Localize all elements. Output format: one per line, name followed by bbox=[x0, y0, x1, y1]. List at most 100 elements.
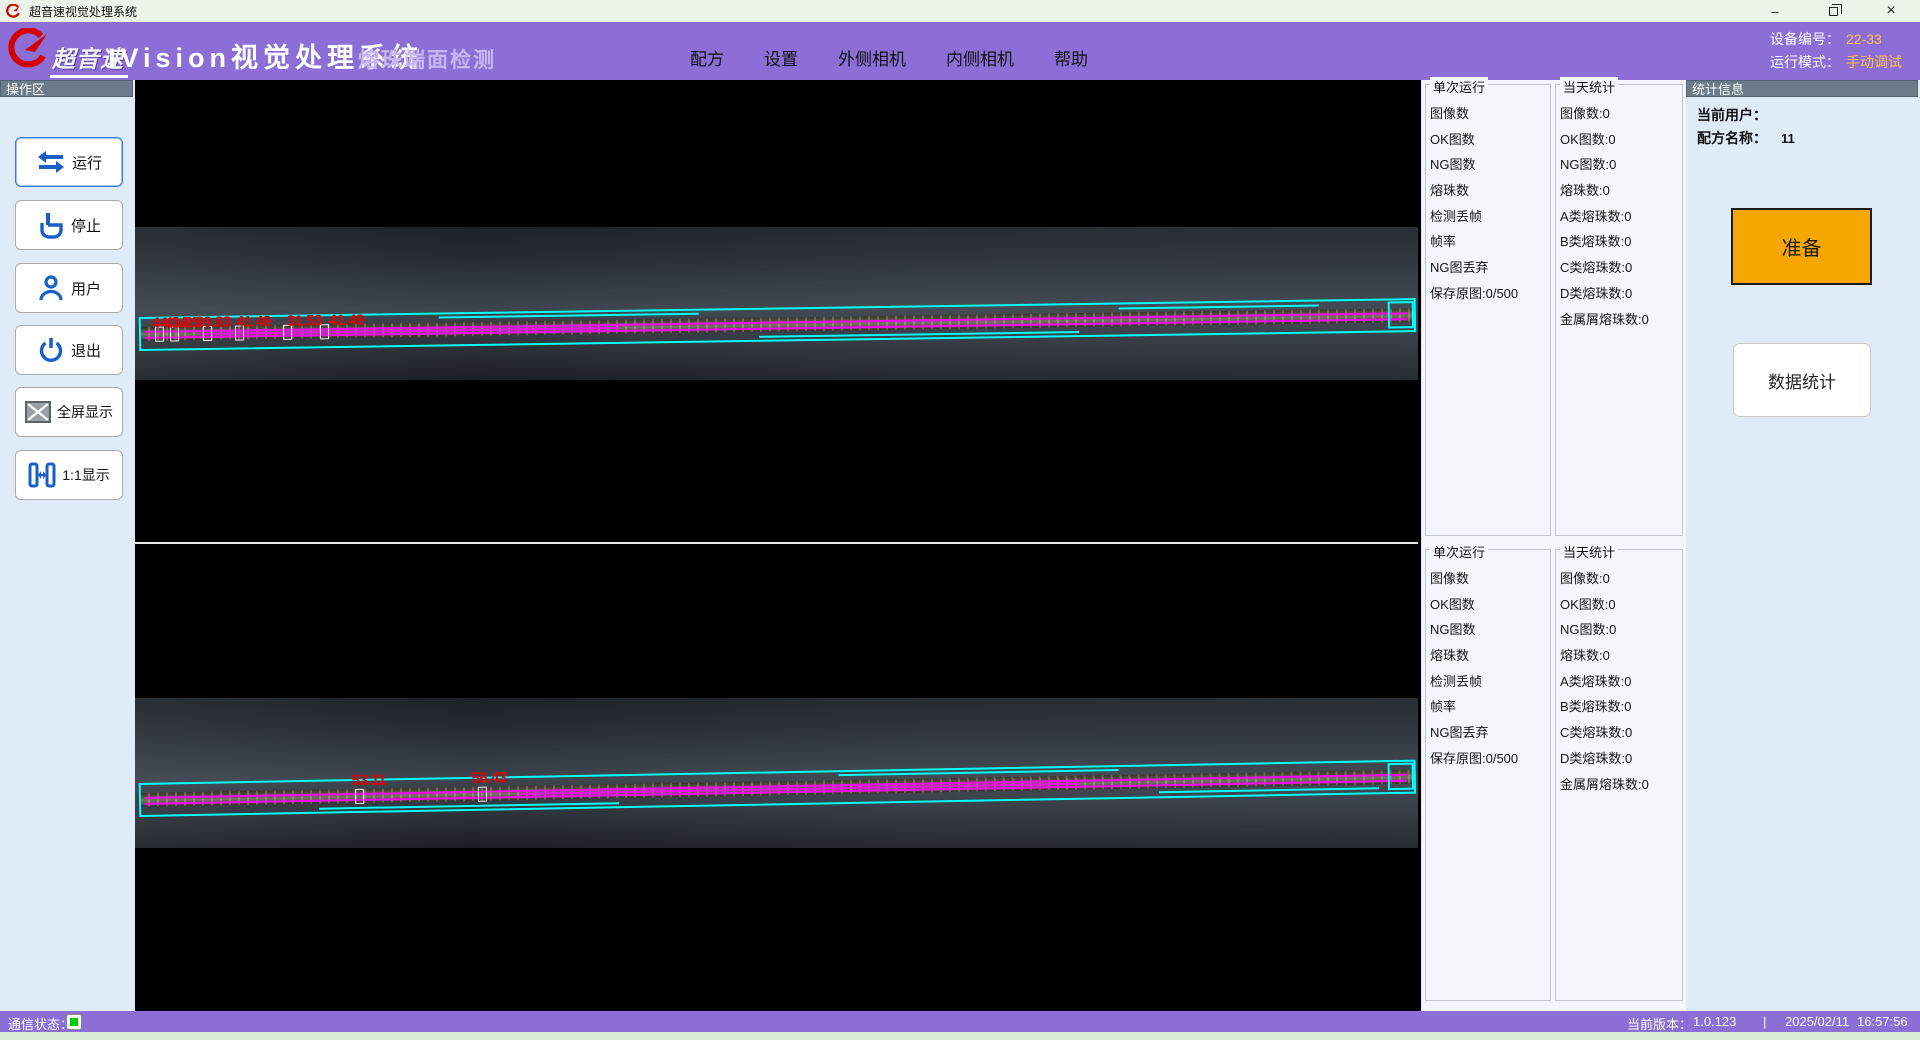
minimize-button[interactable]: – bbox=[1746, 0, 1804, 22]
operation-sidebar: 操作区 运行 停止 用户 bbox=[0, 80, 135, 1011]
user-icon bbox=[37, 274, 65, 302]
stat-row: 保存原图:0/500 bbox=[1430, 748, 1550, 774]
ready-button[interactable]: 准备 bbox=[1731, 208, 1872, 285]
stat-row: B类熔珠数:0 bbox=[1560, 231, 1682, 257]
stat-row: 帧率 bbox=[1430, 231, 1550, 257]
desktop-edge-strip bbox=[0, 1032, 1920, 1040]
run-arrows-icon bbox=[36, 149, 66, 175]
measurement-value: 31.53 bbox=[287, 312, 322, 330]
brand-swoosh-icon bbox=[5, 28, 51, 74]
comm-status-label: 通信状态： bbox=[8, 1014, 73, 1033]
outer-camera-view: 44.3441.8539.8341.4931.5341.49 bbox=[135, 80, 1418, 542]
status-bar: 通信状态： 当前版本： 1.0.123 | 2025/02/11 16:57:5… bbox=[0, 1011, 1920, 1032]
measurement-value: 41.49 bbox=[329, 312, 364, 330]
run-mode-value: 手动调试 bbox=[1846, 54, 1902, 70]
stat-row: 熔珠数 bbox=[1430, 645, 1550, 671]
menu-item[interactable]: 内侧相机 bbox=[932, 45, 1028, 80]
app-subtitle: 熔珠端面检测 bbox=[358, 44, 496, 74]
measurement-value: 53.11 bbox=[352, 771, 387, 789]
header-device-info: 设备编号： 22-33 运行模式：手动调试 bbox=[1770, 28, 1902, 74]
stat-row: OK图数:0 bbox=[1560, 129, 1682, 155]
stat-row: D类熔珠数:0 bbox=[1560, 748, 1682, 774]
groupbox-title: 单次运行 bbox=[1430, 542, 1488, 561]
info-panel-caption: 统计信息 bbox=[1686, 80, 1918, 97]
fullscreen-button[interactable]: 全屏显示 bbox=[15, 387, 123, 437]
recipe-name-label: 配方名称： bbox=[1697, 130, 1767, 146]
groupbox-title: 单次运行 bbox=[1430, 77, 1488, 96]
os-title-bar: 超音速视觉处理系统 – × bbox=[0, 0, 1920, 22]
stat-row: A类熔珠数:0 bbox=[1560, 206, 1682, 232]
camera-views-divider bbox=[135, 542, 1418, 544]
fullscreen-icon bbox=[25, 401, 51, 423]
main-menu: 配方设置外侧相机内侧相机帮助 bbox=[676, 22, 1114, 80]
one-to-one-button[interactable]: 1:1显示 bbox=[15, 450, 123, 500]
measurement-value: 41.49 bbox=[236, 313, 271, 331]
user-button[interactable]: 用户 bbox=[15, 263, 123, 313]
data-statistics-button[interactable]: 数据统计 bbox=[1733, 343, 1871, 417]
stat-row: C类熔珠数:0 bbox=[1560, 257, 1682, 283]
close-button[interactable]: × bbox=[1862, 0, 1920, 22]
user-button-label: 用户 bbox=[71, 278, 101, 299]
status-separator: | bbox=[1763, 1014, 1766, 1029]
device-number-row: 设备编号： 22-33 bbox=[1770, 28, 1902, 51]
stat-row: NG图数:0 bbox=[1560, 154, 1682, 180]
app-header: 超音速 IVision视觉处理系统 熔珠端面检测 配方设置外侧相机内侧相机帮助 … bbox=[0, 22, 1920, 80]
stat-row: 检测丢帧 bbox=[1430, 206, 1550, 232]
run-mode-row: 运行模式：手动调试 bbox=[1770, 51, 1902, 74]
stop-button-label: 停止 bbox=[71, 215, 101, 236]
stat-row: 检测丢帧 bbox=[1430, 671, 1550, 697]
stat-row: 熔珠数:0 bbox=[1560, 645, 1682, 671]
stat-row: C类熔珠数:0 bbox=[1560, 722, 1682, 748]
status-date: 2025/02/11 bbox=[1785, 1014, 1849, 1029]
inner-camera-view: 53.1156.43 bbox=[135, 545, 1418, 1011]
menu-item[interactable]: 设置 bbox=[750, 45, 812, 80]
application-window: 超音速视觉处理系统 – × 超音速 IVision视觉处理系统 熔珠端面检测 配… bbox=[0, 0, 1920, 1040]
stat-row: B类熔珠数:0 bbox=[1560, 696, 1682, 722]
menu-item[interactable]: 外侧相机 bbox=[824, 45, 920, 80]
current-user-row: 当前用户： bbox=[1697, 105, 1781, 125]
stat-row: 图像数:0 bbox=[1560, 103, 1682, 129]
stat-row: OK图数 bbox=[1430, 129, 1550, 155]
version-value: 1.0.123 bbox=[1693, 1014, 1736, 1029]
stat-row: OK图数:0 bbox=[1560, 594, 1682, 620]
statistics-info-panel: 统计信息 当前用户： 配方名称：11 准备 数据统计 bbox=[1686, 80, 1920, 1011]
menu-item[interactable]: 配方 bbox=[676, 45, 738, 80]
stat-row: 图像数:0 bbox=[1560, 568, 1682, 594]
stat-row: NG图数:0 bbox=[1560, 619, 1682, 645]
stat-row: 图像数 bbox=[1430, 568, 1550, 594]
app-logo-icon bbox=[6, 4, 21, 19]
detection-box bbox=[478, 787, 487, 802]
current-user-label: 当前用户： bbox=[1697, 107, 1767, 123]
restore-icon bbox=[1829, 7, 1838, 16]
one-to-one-icon bbox=[28, 462, 56, 488]
fullscreen-button-label: 全屏显示 bbox=[57, 402, 113, 422]
run-button[interactable]: 运行 bbox=[15, 137, 123, 187]
restore-button[interactable] bbox=[1804, 0, 1862, 22]
stat-row: NG图数 bbox=[1430, 619, 1550, 645]
strip-end-marker bbox=[1388, 763, 1414, 790]
statistics-column: 单次运行 图像数OK图数NG图数熔珠数检测丢帧帧率NG图丢弃保存原图:0/500… bbox=[1421, 80, 1686, 1011]
stat-row: NG图丢弃 bbox=[1430, 257, 1550, 283]
stats-section-camera1: 单次运行 图像数OK图数NG图数熔珠数检测丢帧帧率NG图丢弃保存原图:0/500… bbox=[1422, 80, 1687, 540]
window-title: 超音速视觉处理系统 bbox=[29, 3, 137, 20]
device-number-value: 22-33 bbox=[1846, 31, 1882, 47]
stat-row: NG图数 bbox=[1430, 154, 1550, 180]
exit-button[interactable]: 退出 bbox=[15, 325, 123, 375]
single-run-groupbox: 单次运行 图像数OK图数NG图数熔珠数检测丢帧帧率NG图丢弃保存原图:0/500 bbox=[1425, 84, 1551, 536]
status-time: 16:57:56 bbox=[1857, 1014, 1908, 1029]
stop-button[interactable]: 停止 bbox=[15, 200, 123, 250]
stat-row: NG图丢弃 bbox=[1430, 722, 1550, 748]
minimize-icon: – bbox=[1771, 4, 1778, 19]
measurement-value: 41.85 bbox=[165, 314, 200, 332]
device-number-label: 设备编号： bbox=[1770, 31, 1840, 47]
strip-end-marker bbox=[1388, 301, 1414, 328]
daily-stats-groupbox: 当天统计 图像数:0OK图数:0NG图数:0熔珠数:0A类熔珠数:0B类熔珠数:… bbox=[1555, 84, 1683, 536]
menu-item[interactable]: 帮助 bbox=[1040, 45, 1102, 80]
daily-stats-groupbox: 当天统计 图像数:0OK图数:0NG图数:0熔珠数:0A类熔珠数:0B类熔珠数:… bbox=[1555, 549, 1683, 1001]
detection-box bbox=[355, 789, 364, 804]
stat-row: 帧率 bbox=[1430, 696, 1550, 722]
stat-row: D类熔珠数:0 bbox=[1560, 283, 1682, 309]
groupbox-title: 当天统计 bbox=[1560, 542, 1618, 561]
comm-status-indicator bbox=[66, 1014, 82, 1030]
stat-row: 金属屑熔珠数:0 bbox=[1560, 309, 1682, 335]
